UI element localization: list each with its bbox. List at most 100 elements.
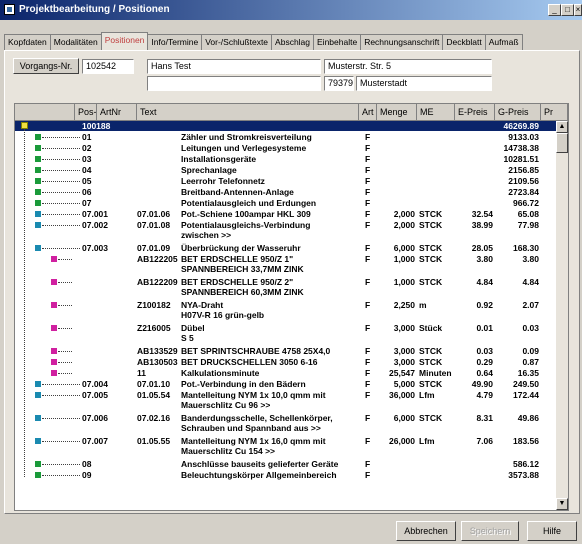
tree-node-icon[interactable] [35,145,41,151]
tree-node-icon[interactable] [35,189,41,195]
vorgangs-nr-button[interactable]: Vorgangs-Nr. [13,58,79,74]
table-row[interactable]: 07.006 07.02.16 Banderdungsschelle, Schell… [15,413,556,434]
tree-node-icon[interactable] [51,256,57,262]
collapse-icon[interactable] [21,122,28,129]
tree-connector [42,475,80,476]
table-row[interactable]: 09 Beleuchtungskörper Allgemeinbereich F 35… [15,470,556,480]
tab-einbehalte[interactable]: Einbehalte [313,34,362,50]
column-header-text[interactable]: Text [137,104,359,120]
table-row[interactable]: 08 Anschlüsse bauseits gelieferter Geräte… [15,459,556,469]
table-row[interactable]: AB122205 BET ERDSCHELLE 950/Z 1" SPANNBERE… [15,254,556,275]
tree-node-icon[interactable] [35,245,41,251]
vorgangs-nr-field[interactable]: 102542 [82,59,134,74]
tab-kopfdaten[interactable]: Kopfdaten [4,34,51,50]
table-row[interactable]: 02 Leitungen und Verlegesysteme F 14738.38 [15,143,556,153]
column-header-pos-nr[interactable]: Pos-Nr. [75,104,97,120]
tree-node-icon[interactable] [35,392,41,398]
tree-node-icon[interactable] [35,222,41,228]
table-row[interactable]: 07 Potentialausgleich und Erdungen F 966.72 [15,198,556,208]
table-row[interactable]: 06 Breitband-Antennen-Anlage F 2723.84 [15,187,556,197]
tree-connector [42,225,80,226]
name2-field[interactable] [147,76,321,91]
tree-node-icon[interactable] [35,167,41,173]
table-row[interactable]: 05 Leerrohr Telefonnetz F 2109.56 [15,176,556,186]
cell-art: F [365,436,371,446]
table-row[interactable]: 100188 46269.89 [15,121,556,131]
title-bar[interactable]: Projektbearbeitung / Positionen _ □ × [0,0,582,20]
zip-field[interactable]: 79379 [324,76,354,91]
table-row[interactable]: 07.004 07.01.10 Pot.-Verbindung in den Bäd… [15,379,556,389]
tree-node-icon[interactable] [35,461,41,467]
tree-node-icon[interactable] [35,381,41,387]
grid-body: 100188 46269.89 01 Zähler und Stromkreisver… [15,121,556,510]
tree-node-icon[interactable] [35,211,41,217]
help-button[interactable]: Hilfe [527,521,577,541]
cell-art: F [365,165,371,175]
column-header-menge[interactable]: Menge [377,104,417,120]
tree-node-icon[interactable] [35,134,41,140]
column-header-me[interactable]: ME [417,104,455,120]
tab-modalitäten[interactable]: Modalitäten [49,34,102,50]
save-button[interactable]: Speichern [461,521,519,541]
table-row[interactable]: AB133529 BET SPRINTSCHRAUBE 4758 25X4,0 F 3… [15,346,556,356]
tab-aufmaß[interactable]: Aufmaß [484,34,523,50]
cell-text: BET ERDSCHELLE 950/Z 2" [181,277,294,287]
tree-node-icon[interactable] [51,359,57,365]
table-row[interactable]: Z100182 NYA-Draht H07V-R 16 grün-gelb F 2,25… [15,300,556,321]
table-row[interactable]: 07.007 01.05.55 Mantelleitung NYM 1x 16,0 … [15,436,556,457]
tab-vor-schlußtexte[interactable]: Vor-/Schlußtexte [201,34,273,50]
table-row[interactable]: AB122209 BET ERDSCHELLE 950/Z 2" SPANNBERE… [15,277,556,298]
scroll-thumb[interactable] [556,133,568,153]
city-field[interactable]: Musterstadt [356,76,492,91]
tree-node-icon[interactable] [35,438,41,444]
tree-node-icon[interactable] [51,279,57,285]
tab-abschlag[interactable]: Abschlag [271,34,315,50]
column-header-artnr[interactable]: ArtNr [97,104,137,120]
cell-menge: 1,000 [393,277,415,287]
cell-pos: 08 [82,459,92,469]
cell-text: Überbrückung der Wasseruhr [181,243,301,253]
table-row[interactable]: 07.002 07.01.08 Potentialausgleichs-Verbin… [15,220,556,241]
vertical-scrollbar[interactable]: ▲ ▼ [556,121,568,510]
cell-art: F [365,254,371,264]
tree-node-icon[interactable] [35,178,41,184]
tree-node-icon[interactable] [35,472,41,478]
cell-text: Zähler und Stromkreisverteilung [181,132,312,142]
cell-art: F [365,154,371,164]
tab-rechnungsanschrift[interactable]: Rechnungsanschrift [360,34,444,50]
table-row[interactable]: 11 Kalkulationsminute F 25,547 Minuten 0.64 16… [15,368,556,378]
scroll-down-icon[interactable]: ▼ [556,498,568,510]
table-row[interactable]: 07.003 07.01.09 Überbrückung der Wasseruhr… [15,243,556,253]
minimize-button[interactable]: _ [548,4,561,16]
table-row[interactable]: 07.001 07.01.06 Pot.-Schiene 100ampar HKL … [15,209,556,219]
maximize-button[interactable]: □ [561,4,574,16]
tree-node-icon[interactable] [51,370,57,376]
tab-deckblatt[interactable]: Deckblatt [442,34,486,50]
table-row[interactable]: AB130503 BET DRUCKSCHELLEN 3050 6-16 F 3,00… [15,357,556,367]
cell-art-nr: 11 [137,368,146,378]
column-header-g-preis[interactable]: G-Preis [495,104,541,120]
tree-node-icon[interactable] [35,415,41,421]
tree-node-icon[interactable] [35,200,41,206]
table-row[interactable]: Z216005 Dübel S 5 F 3,000 Stück 0.01 0.03 [15,323,556,344]
column-header-e-preis[interactable]: E-Preis [455,104,495,120]
tree-node-icon[interactable] [51,325,57,331]
name-field[interactable]: Hans Test [147,59,321,74]
tree-node-icon[interactable] [51,348,57,354]
tree-node-icon[interactable] [35,156,41,162]
cell-text: Installationsgeräte [181,154,257,164]
cancel-button[interactable]: Abbrechen [396,521,456,541]
table-row[interactable]: 04 Sprechanlage F 2156.85 [15,165,556,175]
column-header-pr[interactable]: Pr [541,104,568,120]
tab-positionen[interactable]: Positionen [100,32,149,50]
close-button[interactable]: × [574,4,582,16]
tab-info-termine[interactable]: Info/Termine [147,34,203,50]
tree-node-icon[interactable] [51,302,57,308]
cell-art: F [365,277,371,287]
column-header-art[interactable]: Art [359,104,377,120]
scroll-up-icon[interactable]: ▲ [556,121,568,133]
table-row[interactable]: 07.005 01.05.54 Mantelleitung NYM 1x 10,0 … [15,390,556,411]
table-row[interactable]: 01 Zähler und Stromkreisverteilung F 9133.0… [15,132,556,142]
table-row[interactable]: 03 Installationsgeräte F 10281.51 [15,154,556,164]
street-field[interactable]: Musterstr. Str. 5 [324,59,492,74]
